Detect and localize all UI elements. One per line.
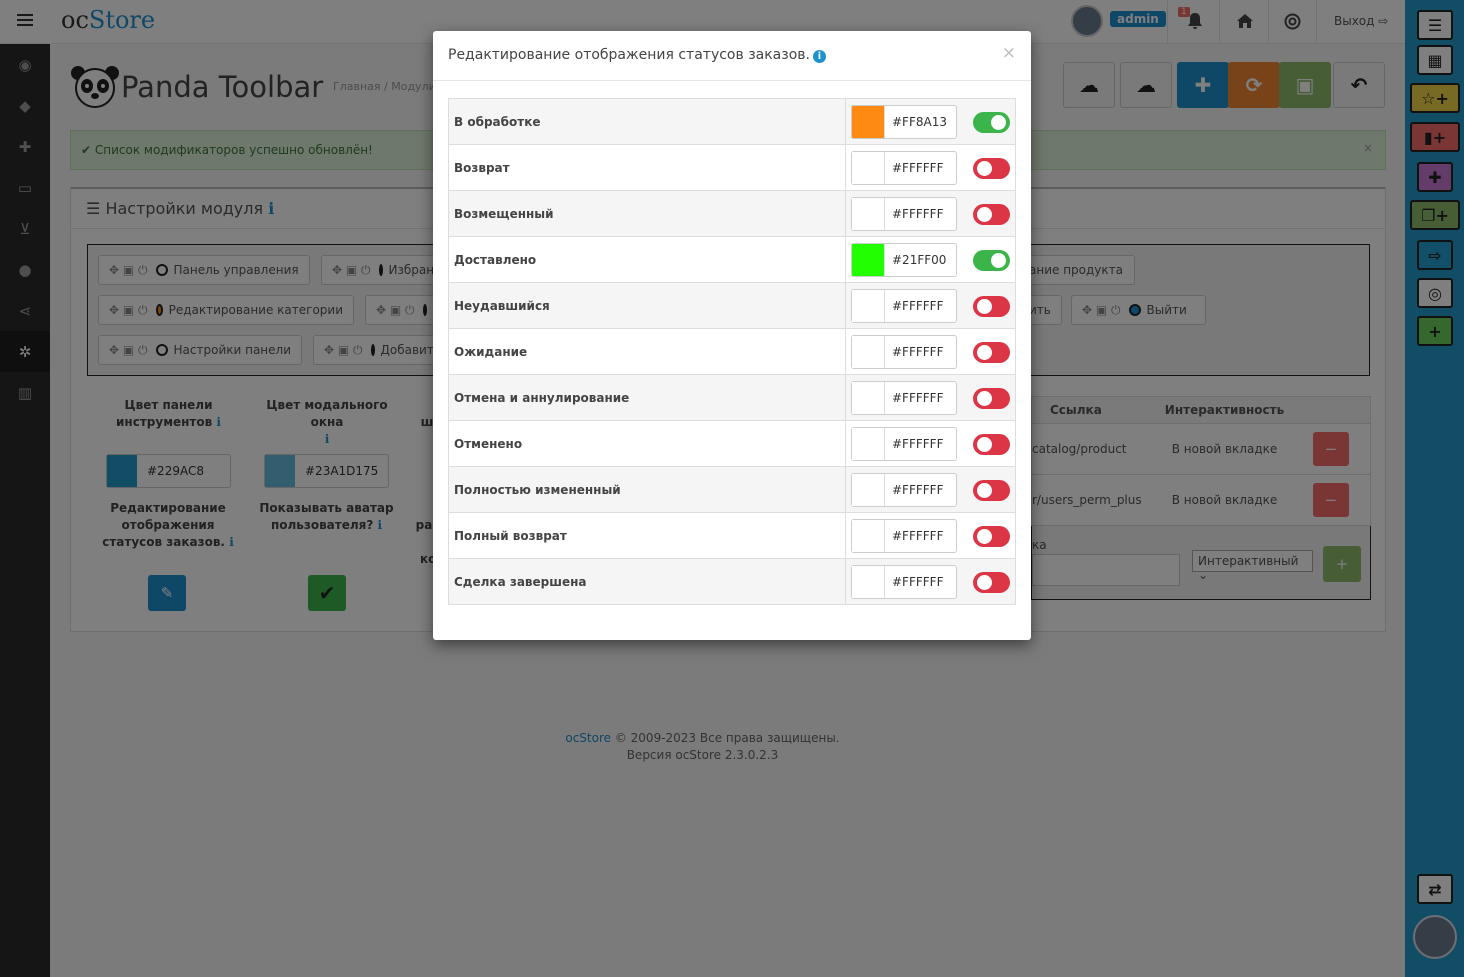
status-color-picker[interactable]: #FFFFFF xyxy=(851,519,957,553)
color-swatch[interactable] xyxy=(852,474,885,506)
status-row: Полностью измененный #FFFFFF xyxy=(448,467,1016,513)
color-hex: #FFFFFF xyxy=(892,437,944,451)
status-controls: #FFFFFF xyxy=(846,513,1015,558)
status-toggle[interactable] xyxy=(973,480,1010,501)
order-status-modal: Редактирование отображения статусов зака… xyxy=(433,31,1031,640)
status-row: Отменено #FFFFFF xyxy=(448,421,1016,467)
status-controls: #FFFFFF xyxy=(846,421,1015,466)
status-color-picker[interactable]: #21FF00 xyxy=(851,243,957,277)
status-color-picker[interactable]: #FF8A13 xyxy=(851,105,957,139)
status-row: Неудавшийся #FFFFFF xyxy=(448,283,1016,329)
status-toggle[interactable] xyxy=(973,250,1010,271)
status-toggle[interactable] xyxy=(973,388,1010,409)
color-hex: #FFFFFF xyxy=(892,345,944,359)
status-color-picker[interactable]: #FFFFFF xyxy=(851,197,957,231)
status-row: Ожидание #FFFFFF xyxy=(448,329,1016,375)
status-row: Отмена и аннулирование #FFFFFF xyxy=(448,375,1016,421)
status-label: Полностью измененный xyxy=(449,467,846,512)
status-controls: #FFFFFF xyxy=(846,467,1015,512)
color-swatch[interactable] xyxy=(852,566,885,598)
status-label: Ожидание xyxy=(449,329,846,374)
color-swatch[interactable] xyxy=(852,382,885,414)
status-label: Неудавшийся xyxy=(449,283,846,328)
color-hex: #FFFFFF xyxy=(892,483,944,497)
status-row: Возмещенный #FFFFFF xyxy=(448,191,1016,237)
color-swatch[interactable] xyxy=(852,290,885,322)
status-label: Сделка завершена xyxy=(449,559,846,604)
status-row: Полный возврат #FFFFFF xyxy=(448,513,1016,559)
status-label: Отменено xyxy=(449,421,846,466)
color-hex: #FFFFFF xyxy=(892,207,944,221)
info-icon: i xyxy=(812,50,826,63)
close-icon[interactable]: × xyxy=(1002,43,1016,63)
status-label: Отмена и аннулирование xyxy=(449,375,846,420)
status-label: Возмещенный xyxy=(449,191,846,236)
color-hex: #21FF00 xyxy=(892,253,947,267)
color-hex: #FFFFFF xyxy=(892,575,944,589)
status-toggle[interactable] xyxy=(973,342,1010,363)
status-row: Возврат #FFFFFF xyxy=(448,145,1016,191)
status-color-picker[interactable]: #FFFFFF xyxy=(851,427,957,461)
color-swatch[interactable] xyxy=(852,336,885,368)
status-toggle[interactable] xyxy=(973,572,1010,593)
status-toggle[interactable] xyxy=(973,204,1010,225)
status-label: Полный возврат xyxy=(449,513,846,558)
color-swatch[interactable] xyxy=(852,152,885,184)
status-label: Возврат xyxy=(449,145,846,190)
status-toggle[interactable] xyxy=(973,526,1010,547)
color-swatch[interactable] xyxy=(852,106,885,138)
status-controls: #21FF00 xyxy=(846,237,1015,282)
color-swatch[interactable] xyxy=(852,428,885,460)
status-controls: #FFFFFF xyxy=(846,329,1015,374)
status-label: Доставлено xyxy=(449,237,846,282)
color-hex: #FFFFFF xyxy=(892,529,944,543)
color-hex: #FFFFFF xyxy=(892,161,944,175)
status-label: В обработке xyxy=(449,99,846,144)
status-color-picker[interactable]: #FFFFFF xyxy=(851,335,957,369)
status-toggle[interactable] xyxy=(973,434,1010,455)
status-toggle[interactable] xyxy=(973,112,1010,133)
status-row: Сделка завершена #FFFFFF xyxy=(448,559,1016,605)
status-controls: #FFFFFF xyxy=(846,375,1015,420)
color-swatch[interactable] xyxy=(852,198,885,230)
status-controls: #FFFFFF xyxy=(846,559,1015,604)
status-row: Доставлено #21FF00 xyxy=(448,237,1016,283)
status-color-picker[interactable]: #FFFFFF xyxy=(851,381,957,415)
color-hex: #FF8A13 xyxy=(892,115,947,129)
modal-header: Редактирование отображения статусов зака… xyxy=(433,31,1031,81)
status-toggle[interactable] xyxy=(973,296,1010,317)
status-toggle[interactable] xyxy=(973,158,1010,179)
status-row: В обработке #FF8A13 xyxy=(448,99,1016,145)
status-color-picker[interactable]: #FFFFFF xyxy=(851,473,957,507)
color-swatch[interactable] xyxy=(852,520,885,552)
modal-title: Редактирование отображения статусов зака… xyxy=(448,47,810,63)
status-color-picker[interactable]: #FFFFFF xyxy=(851,565,957,599)
status-table: В обработке #FF8A13 Возврат #FFFFFF Возмещен… xyxy=(448,98,1016,605)
status-controls: #FFFFFF xyxy=(846,191,1015,236)
color-hex: #FFFFFF xyxy=(892,299,944,313)
status-controls: #FFFFFF xyxy=(846,283,1015,328)
color-hex: #FFFFFF xyxy=(892,391,944,405)
status-color-picker[interactable]: #FFFFFF xyxy=(851,151,957,185)
status-controls: #FF8A13 xyxy=(846,99,1015,144)
status-color-picker[interactable]: #FFFFFF xyxy=(851,289,957,323)
color-swatch[interactable] xyxy=(852,244,885,276)
status-controls: #FFFFFF xyxy=(846,145,1015,190)
